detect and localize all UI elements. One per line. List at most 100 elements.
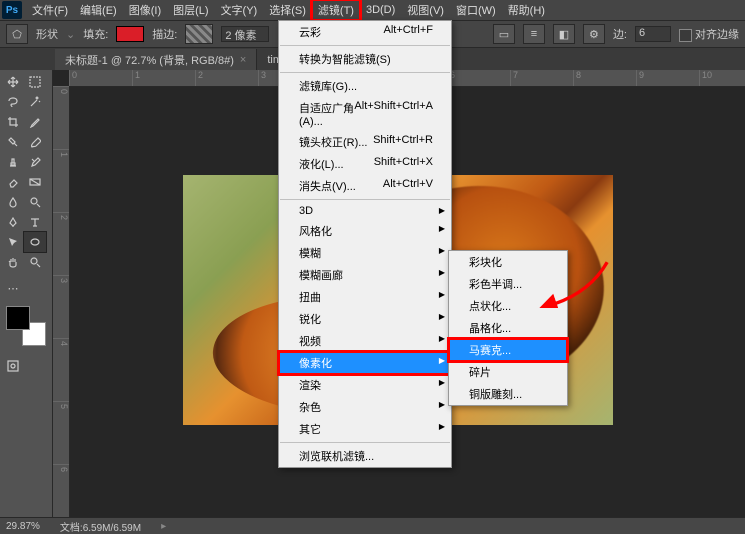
menu-layer[interactable]: 图层(L) — [167, 0, 214, 20]
filter-sharpen[interactable]: 锐化 — [279, 308, 451, 330]
fill-swatch[interactable] — [116, 26, 144, 42]
menu-item-label: 液化(L)... — [299, 156, 344, 172]
menu-help[interactable]: 帮助(H) — [502, 0, 551, 20]
pathops-icon[interactable]: ▭ — [493, 24, 515, 44]
shape-tool-icon[interactable] — [24, 232, 46, 252]
toolbox: ⋯ — [0, 70, 53, 518]
dodge-tool-icon[interactable] — [24, 192, 46, 212]
menu-item-label: 铜版雕刻... — [469, 389, 522, 401]
filter-last[interactable]: 云彩 Alt+Ctrl+F — [279, 21, 451, 43]
filter-distort[interactable]: 扭曲 — [279, 286, 451, 308]
more-tools-icon[interactable]: ⋯ — [2, 278, 24, 298]
menu-item-shortcut: Alt+Ctrl+F — [383, 24, 433, 40]
filter-gallery[interactable]: 滤镜库(G)... — [279, 75, 451, 97]
sub-facet[interactable]: 彩块化 — [449, 251, 567, 273]
filter-noise[interactable]: 杂色 — [279, 396, 451, 418]
menu-view[interactable]: 视图(V) — [401, 0, 450, 20]
stamp-tool-icon[interactable] — [2, 152, 24, 172]
align-icon[interactable]: ≡ — [523, 24, 545, 44]
filter-adaptive[interactable]: 自适应广角(A)...Alt+Shift+Ctrl+A — [279, 97, 451, 131]
menu-item-label: 镜头校正(R)... — [299, 134, 367, 150]
sub-pointillize[interactable]: 点状化... — [449, 295, 567, 317]
filter-liquify[interactable]: 液化(L)... Shift+Ctrl+X — [279, 153, 451, 175]
menu-image[interactable]: 图像(I) — [123, 0, 167, 20]
menu-item-label: 浏览联机滤镜... — [299, 448, 374, 464]
sub-halftone[interactable]: 彩色半调... — [449, 273, 567, 295]
align-edges-checkbox[interactable]: 对齐边缘 — [679, 26, 739, 42]
pen-tool-icon[interactable] — [2, 212, 24, 232]
move-tool-icon[interactable] — [2, 72, 24, 92]
zoom-level[interactable]: 29.87% — [6, 521, 40, 532]
filter-pixelate[interactable]: 像素化 — [279, 352, 451, 374]
sub-crystallize[interactable]: 晶格化... — [449, 317, 567, 339]
filter-3d[interactable]: 3D — [279, 202, 451, 220]
path-select-icon[interactable] — [2, 232, 24, 252]
eraser-tool-icon[interactable] — [2, 172, 24, 192]
menu-bar: Ps 文件(F) 编辑(E) 图像(I) 图层(L) 文字(Y) 选择(S) 滤… — [0, 0, 745, 21]
filter-vanish[interactable]: 消失点(V)... Alt+Ctrl+V — [279, 175, 451, 197]
menu-item-label: 风格化 — [299, 223, 332, 239]
menu-item-label: 滤镜库(G)... — [299, 78, 357, 94]
fill-label: 填充: — [83, 26, 108, 42]
sub-mosaic[interactable]: 马赛克... — [449, 339, 567, 361]
gear-icon[interactable]: ⚙ — [583, 24, 605, 44]
menu-item-label: 彩色半调... — [469, 279, 522, 291]
wand-tool-icon[interactable] — [24, 92, 46, 112]
edge-input[interactable]: 6 — [635, 26, 671, 42]
menu-item-label: 其它 — [299, 421, 321, 437]
close-icon[interactable]: × — [240, 54, 246, 66]
menu-item-shortcut: Alt+Shift+Ctrl+A — [354, 100, 433, 128]
brush-tool-icon[interactable] — [24, 132, 46, 152]
heal-tool-icon[interactable] — [2, 132, 24, 152]
menu-file[interactable]: 文件(F) — [26, 0, 74, 20]
filter-menu: 云彩 Alt+Ctrl+F 转换为智能滤镜(S) 滤镜库(G)... 自适应广角… — [278, 20, 452, 468]
marquee-tool-icon[interactable] — [24, 72, 46, 92]
sub-mezzotint[interactable]: 铜版雕刻... — [449, 383, 567, 405]
menu-select[interactable]: 选择(S) — [263, 0, 312, 20]
sub-fragment[interactable]: 碎片 — [449, 361, 567, 383]
tool-preset-icon[interactable]: ⬠ — [6, 24, 28, 44]
gradient-tool-icon[interactable] — [24, 172, 46, 192]
quickmask-icon[interactable] — [2, 356, 24, 376]
history-brush-icon[interactable] — [24, 152, 46, 172]
pixelate-submenu: 彩块化 彩色半调... 点状化... 晶格化... 马赛克... 碎片 铜版雕刻… — [448, 250, 568, 406]
filter-lens[interactable]: 镜头校正(R)... Shift+Ctrl+R — [279, 131, 451, 153]
stroke-swatch[interactable] — [185, 24, 213, 44]
stroke-label: 描边: — [152, 26, 177, 42]
filter-video[interactable]: 视频 — [279, 330, 451, 352]
menu-item-label: 扭曲 — [299, 289, 321, 305]
menu-type[interactable]: 文字(Y) — [215, 0, 264, 20]
menu-item-label: 消失点(V)... — [299, 178, 356, 194]
arrange-icon[interactable]: ◧ — [553, 24, 575, 44]
menu-filter[interactable]: 滤镜(T) — [312, 0, 360, 20]
eyedropper-tool-icon[interactable] — [24, 112, 46, 132]
menu-item-shortcut: Alt+Ctrl+V — [383, 178, 433, 194]
filter-other[interactable]: 其它 — [279, 418, 451, 440]
menu-edit[interactable]: 编辑(E) — [74, 0, 123, 20]
blur-tool-icon[interactable] — [2, 192, 24, 212]
hand-tool-icon[interactable] — [2, 252, 24, 272]
menu-item-label: 转换为智能滤镜(S) — [299, 51, 391, 67]
edge-label: 边: — [613, 26, 627, 42]
stroke-width-input[interactable]: 2 像素 — [221, 26, 269, 42]
filter-smart[interactable]: 转换为智能滤镜(S) — [279, 48, 451, 70]
filter-stylize[interactable]: 风格化 — [279, 220, 451, 242]
menu-item-shortcut: Shift+Ctrl+R — [373, 134, 433, 150]
type-tool-icon[interactable] — [24, 212, 46, 232]
filter-blur[interactable]: 模糊 — [279, 242, 451, 264]
menu-item-label: 锐化 — [299, 311, 321, 327]
menu-item-shortcut: Shift+Ctrl+X — [374, 156, 433, 172]
document-tab[interactable]: 未标题-1 @ 72.7% (背景, RGB/8#) × — [55, 49, 257, 71]
filter-browse[interactable]: 浏览联机滤镜... — [279, 445, 451, 467]
lasso-tool-icon[interactable] — [2, 92, 24, 112]
fg-color-swatch[interactable] — [6, 306, 30, 330]
menu-window[interactable]: 窗口(W) — [450, 0, 502, 20]
menu-3d[interactable]: 3D(D) — [360, 2, 401, 18]
zoom-tool-icon[interactable] — [24, 252, 46, 272]
filter-render[interactable]: 渲染 — [279, 374, 451, 396]
crop-tool-icon[interactable] — [2, 112, 24, 132]
menu-item-label: 视频 — [299, 333, 321, 349]
menu-item-label: 渲染 — [299, 377, 321, 393]
color-swatches[interactable] — [6, 306, 46, 346]
filter-blurgallery[interactable]: 模糊画廊 — [279, 264, 451, 286]
